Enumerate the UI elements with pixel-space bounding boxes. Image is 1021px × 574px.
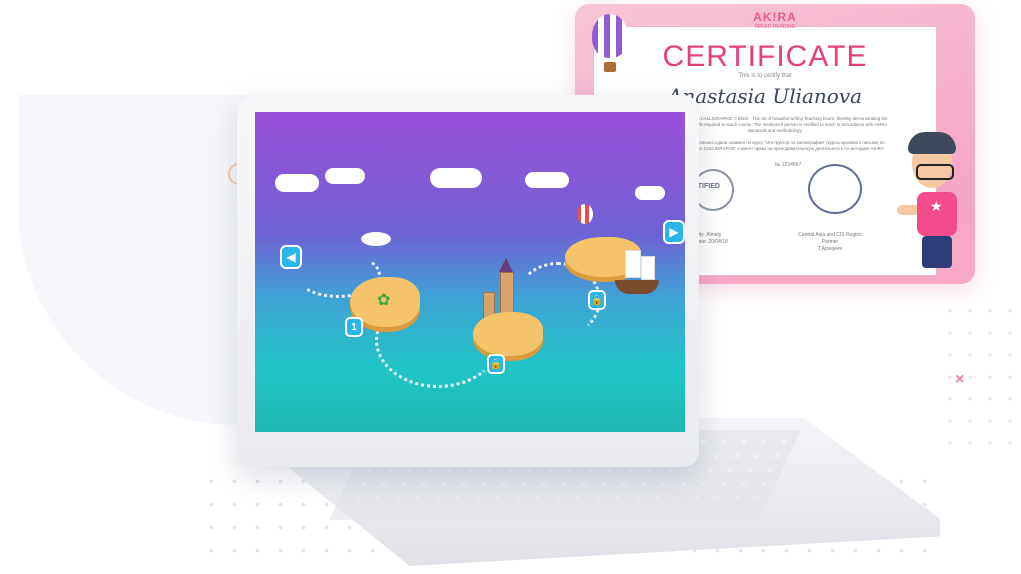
- certificate-title: CERTIFICATE: [662, 40, 868, 73]
- city-value: Almaty: [706, 232, 722, 238]
- glasses-icon: [916, 164, 954, 180]
- palm-icon: ✿: [377, 292, 391, 309]
- level-3-lock-button[interactable]: 🔒: [588, 290, 606, 310]
- star-icon: ★: [930, 198, 943, 214]
- cloud-icon: [525, 172, 569, 188]
- stamp-seal: [808, 164, 862, 214]
- lock-icon: 🔒: [489, 358, 503, 370]
- decor-x-mark: ×: [955, 371, 965, 388]
- arrow-right-icon: ▶: [669, 225, 679, 239]
- castle-roof: [499, 258, 513, 272]
- certificate-logo-sub: SPEED READING: [754, 24, 796, 30]
- certificate-number: № 1234567: [775, 162, 802, 168]
- game-screen: ◀ ▶ ✿ 1 🔒 🔒: [255, 112, 685, 432]
- level-1-button[interactable]: 1: [345, 317, 363, 337]
- cloud-icon: [325, 168, 365, 184]
- level-2-lock-button[interactable]: 🔒: [487, 354, 505, 374]
- boy-hair: [908, 132, 956, 154]
- dot-pattern-right: [940, 300, 1020, 460]
- certificate-subtitle: This is to certify that: [738, 73, 792, 79]
- certificate-place-date: City: Almaty Date: 20/04/18: [695, 232, 728, 246]
- hot-air-balloon-icon: [592, 14, 628, 58]
- boy-legs: [922, 236, 952, 268]
- cloud-icon: [275, 174, 319, 192]
- castle-tower: [500, 272, 514, 314]
- certificate-logo: AK!RA: [753, 10, 797, 24]
- ship-sail: [625, 250, 641, 278]
- lock-icon: 🔒: [590, 294, 604, 306]
- level-1-label: 1: [351, 321, 357, 333]
- next-button[interactable]: ▶: [663, 220, 685, 244]
- cloud-icon: [635, 186, 665, 200]
- partner-title: Central Asia and CIS Region Partner: [798, 232, 862, 245]
- cloud-icon: [430, 168, 482, 188]
- balloon-basket: [604, 62, 616, 72]
- ship-sail: [641, 256, 655, 280]
- partner-name: T.Apsejeev: [817, 246, 843, 252]
- date-value: 20/04/18: [708, 239, 728, 245]
- arrow-left-icon: ◀: [286, 250, 296, 264]
- ship-icon: [615, 280, 659, 294]
- balloon-small-icon: [577, 204, 593, 224]
- swan-figure: [361, 232, 391, 246]
- certificate-partner: Central Asia and CIS Region Partner T.Ap…: [790, 232, 870, 253]
- island-2: [473, 312, 543, 356]
